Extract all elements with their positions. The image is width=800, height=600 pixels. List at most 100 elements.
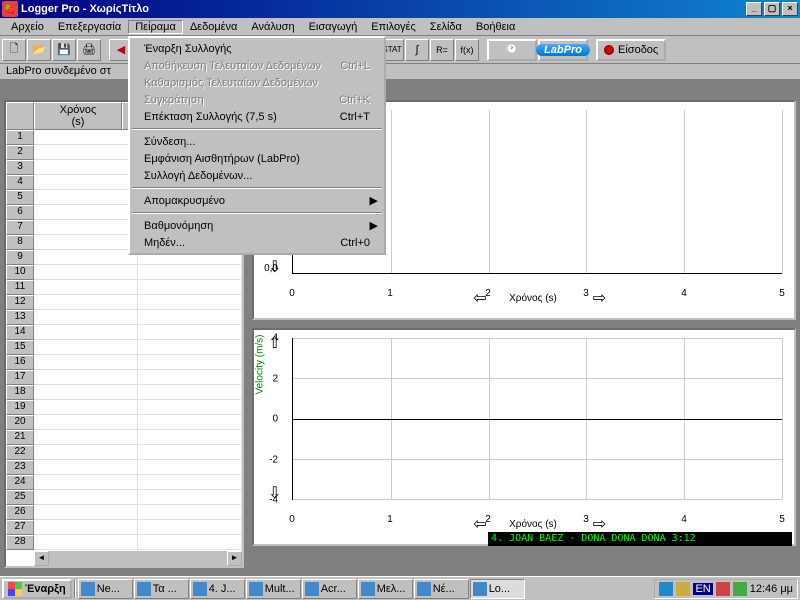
- cell-time[interactable]: [34, 415, 138, 430]
- graph-velocity[interactable]: Velocity (m/s) ⇧ ⇩ -4-2024 012345 Χρόνος…: [252, 328, 796, 546]
- menu-item[interactable]: Μηδέν...Ctrl+0: [130, 234, 384, 251]
- cell-position[interactable]: [138, 355, 242, 370]
- linear-fit-button[interactable]: R=: [430, 39, 454, 61]
- table-row[interactable]: 21: [6, 430, 242, 445]
- cell-time[interactable]: [34, 460, 138, 475]
- cell-time[interactable]: [34, 310, 138, 325]
- table-row[interactable]: 13: [6, 310, 242, 325]
- taskbar-button[interactable]: Mult...: [246, 579, 301, 599]
- plot-area-2[interactable]: [292, 338, 782, 500]
- cell-time[interactable]: [34, 400, 138, 415]
- cell-time[interactable]: [34, 145, 138, 160]
- cell-time[interactable]: [34, 250, 138, 265]
- menu-item[interactable]: Έναρξη Συλλογής: [130, 40, 384, 57]
- table-row[interactable]: 28: [6, 535, 242, 550]
- cell-position[interactable]: [138, 370, 242, 385]
- tray-icon[interactable]: [659, 582, 673, 596]
- x-right-icon[interactable]: ⇨: [593, 288, 606, 308]
- menu-file[interactable]: Αρχείο: [4, 20, 51, 34]
- setup-sensors-button[interactable]: 🕐: [487, 39, 537, 61]
- taskbar-button[interactable]: Ne...: [78, 579, 133, 599]
- menu-item[interactable]: Απομακρυσμένο▶: [130, 192, 384, 209]
- table-row[interactable]: 19: [6, 400, 242, 415]
- menu-data[interactable]: Δεδομένα: [183, 20, 245, 34]
- menu-insert[interactable]: Εισαγωγή: [302, 20, 365, 34]
- cell-position[interactable]: [138, 460, 242, 475]
- table-row[interactable]: 23: [6, 460, 242, 475]
- cell-time[interactable]: [34, 355, 138, 370]
- cell-position[interactable]: [138, 325, 242, 340]
- language-indicator[interactable]: EN: [693, 583, 712, 595]
- cell-position[interactable]: [138, 505, 242, 520]
- menu-experiment[interactable]: Πείραμα: [128, 20, 183, 34]
- table-row[interactable]: 22: [6, 445, 242, 460]
- cell-position[interactable]: [138, 310, 242, 325]
- table-row[interactable]: 12: [6, 295, 242, 310]
- maximize-button[interactable]: ▢: [764, 2, 780, 16]
- system-tray[interactable]: EN 12:46 μμ: [654, 579, 798, 599]
- table-row[interactable]: 14: [6, 325, 242, 340]
- cell-time[interactable]: [34, 265, 138, 280]
- cell-position[interactable]: [138, 520, 242, 535]
- cell-position[interactable]: [138, 430, 242, 445]
- table-row[interactable]: 24: [6, 475, 242, 490]
- x-left-icon[interactable]: ⇦: [473, 514, 486, 534]
- scroll-left-icon[interactable]: ◄: [34, 551, 49, 566]
- cell-time[interactable]: [34, 205, 138, 220]
- menu-item[interactable]: Σύνδεση...: [130, 133, 384, 150]
- new-file-button[interactable]: 🗋: [2, 39, 26, 61]
- x-right-icon[interactable]: ⇨: [593, 514, 606, 534]
- menu-item[interactable]: Εμφάνιση Αισθητήρων (LabPro): [130, 150, 384, 167]
- tray-icon[interactable]: [733, 582, 747, 596]
- menu-analysis[interactable]: Ανάλυση: [244, 20, 301, 34]
- start-button[interactable]: Έναρξη: [2, 579, 72, 599]
- menu-edit[interactable]: Επεξεργασία: [51, 20, 128, 34]
- table-row[interactable]: 16: [6, 355, 242, 370]
- print-button[interactable]: 🖨: [77, 39, 101, 61]
- cell-time[interactable]: [34, 370, 138, 385]
- cell-time[interactable]: [34, 535, 138, 550]
- cell-position[interactable]: [138, 415, 242, 430]
- menu-item[interactable]: Βαθμονόμηση▶: [130, 217, 384, 234]
- cell-position[interactable]: [138, 295, 242, 310]
- cell-position[interactable]: [138, 340, 242, 355]
- cell-position[interactable]: [138, 265, 242, 280]
- table-h-scrollbar[interactable]: ◄►: [34, 551, 242, 566]
- cell-time[interactable]: [34, 295, 138, 310]
- curve-fit-button[interactable]: f(x): [455, 39, 479, 61]
- table-row[interactable]: 10: [6, 265, 242, 280]
- cell-position[interactable]: [138, 535, 242, 550]
- menu-item[interactable]: Συλλογή Δεδομένων...: [130, 167, 384, 184]
- cell-time[interactable]: [34, 385, 138, 400]
- labpro-button[interactable]: LabPro: [538, 39, 588, 61]
- cell-time[interactable]: [34, 160, 138, 175]
- table-row[interactable]: 15: [6, 340, 242, 355]
- menu-help[interactable]: Βοήθεια: [469, 20, 522, 34]
- cell-time[interactable]: [34, 520, 138, 535]
- tray-icon[interactable]: [676, 582, 690, 596]
- cell-time[interactable]: [34, 505, 138, 520]
- menu-page[interactable]: Σελίδα: [423, 20, 469, 34]
- taskbar-button[interactable]: Acr...: [302, 579, 357, 599]
- table-row[interactable]: 17: [6, 370, 242, 385]
- taskbar-button[interactable]: Μελ...: [358, 579, 413, 599]
- table-row[interactable]: 18: [6, 385, 242, 400]
- cell-time[interactable]: [34, 220, 138, 235]
- taskbar-button[interactable]: Νέ...: [414, 579, 469, 599]
- cell-time[interactable]: [34, 175, 138, 190]
- scroll-right-icon[interactable]: ►: [227, 551, 242, 566]
- cell-time[interactable]: [34, 490, 138, 505]
- x-axis-label-1[interactable]: Χρόνος (s): [509, 293, 557, 304]
- table-row[interactable]: 25: [6, 490, 242, 505]
- cell-time[interactable]: [34, 130, 138, 145]
- tray-icon[interactable]: [716, 582, 730, 596]
- cell-time[interactable]: [34, 235, 138, 250]
- cell-time[interactable]: [34, 445, 138, 460]
- menu-options[interactable]: Επιλογές: [364, 20, 423, 34]
- save-button[interactable]: 💾: [52, 39, 76, 61]
- cell-time[interactable]: [34, 325, 138, 340]
- cell-position[interactable]: [138, 385, 242, 400]
- cell-time[interactable]: [34, 340, 138, 355]
- integral-button[interactable]: ∫: [405, 39, 429, 61]
- cell-time[interactable]: [34, 190, 138, 205]
